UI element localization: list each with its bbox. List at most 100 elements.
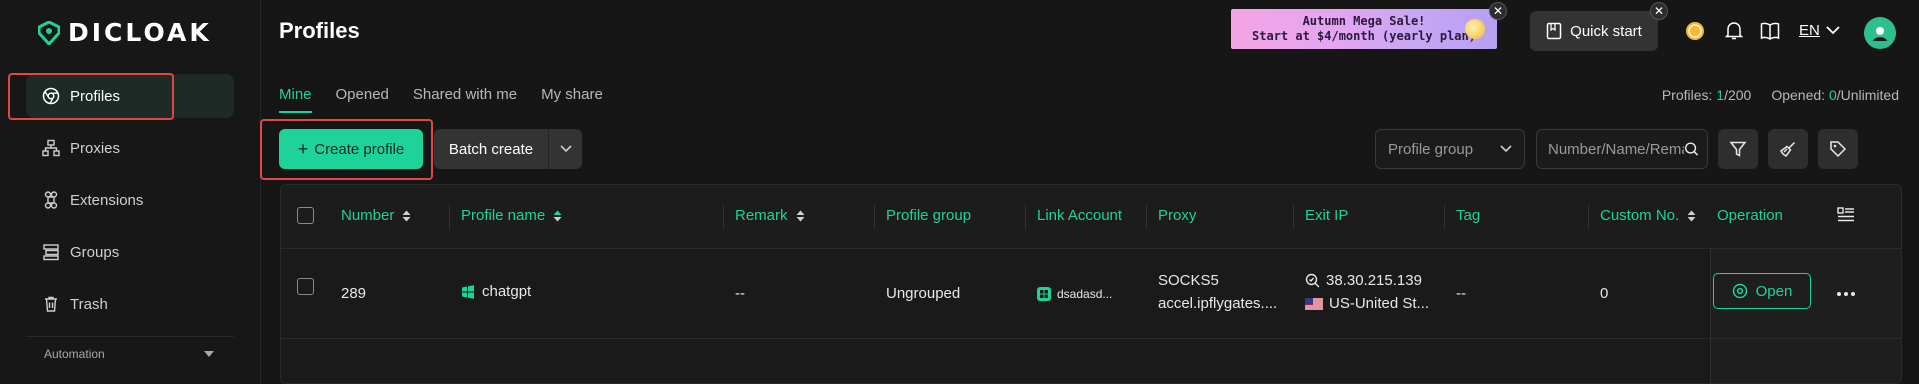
brand-logo[interactable]: DICLOAK [38, 18, 212, 47]
chevron-down-icon [1826, 26, 1840, 35]
sidebar-item-proxies[interactable]: Proxies [26, 126, 234, 170]
windows-icon [462, 284, 474, 299]
col-header-custom-no[interactable]: Custom No. [1600, 207, 1696, 224]
col-exit-ip-label: Exit IP [1305, 207, 1349, 224]
network-icon [42, 139, 60, 157]
opened-used: 0 [1828, 87, 1837, 103]
more-actions-button[interactable] [1836, 284, 1856, 302]
profiles-used: 1 [1716, 87, 1725, 103]
profiles-count-label: Profiles: [1661, 87, 1713, 103]
linked-app-icon [1037, 287, 1051, 301]
select-all-checkbox[interactable] [297, 207, 314, 224]
docs-book-icon[interactable] [1759, 20, 1781, 42]
bell-icon[interactable] [1723, 20, 1745, 42]
quick-start-button[interactable]: Quick start [1530, 11, 1658, 51]
automation-label: Automation [44, 347, 105, 361]
sidebar-item-profiles[interactable]: Profiles [26, 74, 234, 118]
coin-icon [1465, 19, 1485, 39]
sort-icon [1687, 210, 1696, 221]
opened-total: /Unlimited [1836, 87, 1899, 103]
automation-section[interactable]: Automation [44, 347, 214, 361]
sidebar: DICLOAK Profiles Proxies Extensions Grou… [0, 0, 261, 384]
column-settings-button[interactable] [1837, 207, 1855, 228]
filter-button[interactable] [1718, 129, 1758, 169]
tag-button[interactable] [1818, 129, 1858, 169]
opened-count-label: Opened: [1771, 87, 1826, 103]
main-content: Profiles Autumn Mega Sale! Start at $4/m… [260, 0, 1919, 384]
column-divider [1146, 205, 1147, 229]
book-icon [1546, 22, 1562, 40]
tab-my-share[interactable]: My share [541, 86, 603, 113]
profiles-count: Profiles: 1/200 [1662, 87, 1752, 103]
chrome-icon [42, 87, 60, 105]
table-row[interactable]: 289 chatgpt -- Ungrouped dsadasd... SOCK… [281, 250, 1901, 339]
sidebar-item-label: Trash [70, 295, 108, 313]
sidebar-item-extensions[interactable]: Extensions [26, 178, 234, 222]
sort-icon [796, 210, 805, 221]
batch-create-button[interactable]: Batch create [434, 129, 582, 169]
language-selector[interactable]: EN [1799, 22, 1840, 39]
avatar[interactable] [1864, 17, 1896, 49]
us-flag-icon [1305, 297, 1323, 310]
batch-create-label: Batch create [448, 140, 534, 158]
col-header-exit-ip: Exit IP [1305, 207, 1348, 224]
sidebar-item-groups[interactable]: Groups [26, 230, 234, 274]
row-checkbox[interactable] [297, 278, 314, 295]
quick-start-close-button[interactable]: ✕ [1650, 2, 1668, 20]
col-header-remark[interactable]: Remark [735, 207, 805, 224]
opened-count: Opened: 0/Unlimited [1771, 87, 1899, 103]
cell-proxy-host: accel.ipflygates.... [1158, 295, 1278, 312]
page-title: Profiles [279, 18, 360, 43]
broom-icon [1780, 141, 1796, 157]
cell-profile-name[interactable]: chatgpt [461, 283, 531, 300]
refresh-search-icon[interactable] [1305, 273, 1320, 288]
table-header: Number Profile name Remark Profile group [281, 185, 1901, 249]
tab-shared-with-me[interactable]: Shared with me [413, 86, 517, 113]
chevron-down-icon [559, 145, 572, 153]
col-header-profile-name[interactable]: Profile name [461, 207, 562, 224]
dicloak-logo-icon [38, 20, 60, 45]
link-account-text: dsadasd... [1057, 287, 1113, 301]
sidebar-item-label: Groups [70, 243, 120, 261]
search-box [1536, 129, 1708, 169]
profiles-table: Number Profile name Remark Profile group [280, 184, 1902, 384]
promo-line-2: Start at $4/month (yearly plan) [1252, 29, 1476, 43]
sort-icon [402, 210, 411, 221]
col-link-account-label: Link Account [1037, 207, 1123, 224]
tab-mine[interactable]: Mine [279, 86, 312, 113]
coin-balance-icon[interactable] [1684, 20, 1706, 42]
close-icon: ✕ [1653, 4, 1665, 18]
column-divider [449, 205, 450, 229]
language-label: EN [1799, 22, 1820, 39]
app-window: DICLOAK Profiles Proxies Extensions Grou… [0, 0, 1919, 384]
clean-button[interactable] [1768, 129, 1808, 169]
column-list-icon [1837, 207, 1854, 222]
column-divider [1444, 205, 1445, 229]
col-header-profile-group: Profile group [886, 207, 971, 224]
profiles-total: /200 [1724, 87, 1752, 103]
col-number-label: Number [341, 207, 395, 224]
profile-name-text: chatgpt [482, 283, 532, 300]
cell-link-account[interactable]: dsadasd... [1037, 287, 1112, 301]
cell-profile-group: Ungrouped [886, 285, 961, 302]
sidebar-item-trash[interactable]: Trash [26, 282, 234, 326]
tab-opened[interactable]: Opened [336, 86, 389, 113]
command-icon [44, 191, 58, 209]
sidebar-divider [26, 336, 234, 337]
filter-icon [1729, 141, 1747, 157]
column-divider [874, 205, 875, 229]
search-icon[interactable] [1684, 141, 1699, 157]
promo-close-button[interactable]: ✕ [1489, 2, 1507, 20]
open-profile-button[interactable]: Open [1713, 273, 1811, 309]
profile-group-select[interactable]: Profile group [1375, 129, 1525, 169]
user-avatar-icon [1873, 27, 1887, 41]
batch-create-dropdown[interactable] [549, 145, 582, 153]
layers-icon [43, 244, 59, 261]
search-input[interactable] [1548, 140, 1684, 158]
promo-banner[interactable]: Autumn Mega Sale! Start at $4/month (yea… [1231, 9, 1497, 49]
chevron-down-icon [1500, 145, 1512, 153]
col-custom-no-label: Custom No. [1600, 207, 1680, 224]
cell-proxy-type: SOCKS5 [1158, 272, 1219, 289]
col-header-number[interactable]: Number [341, 207, 411, 224]
create-profile-button[interactable]: + Create profile [279, 129, 423, 169]
